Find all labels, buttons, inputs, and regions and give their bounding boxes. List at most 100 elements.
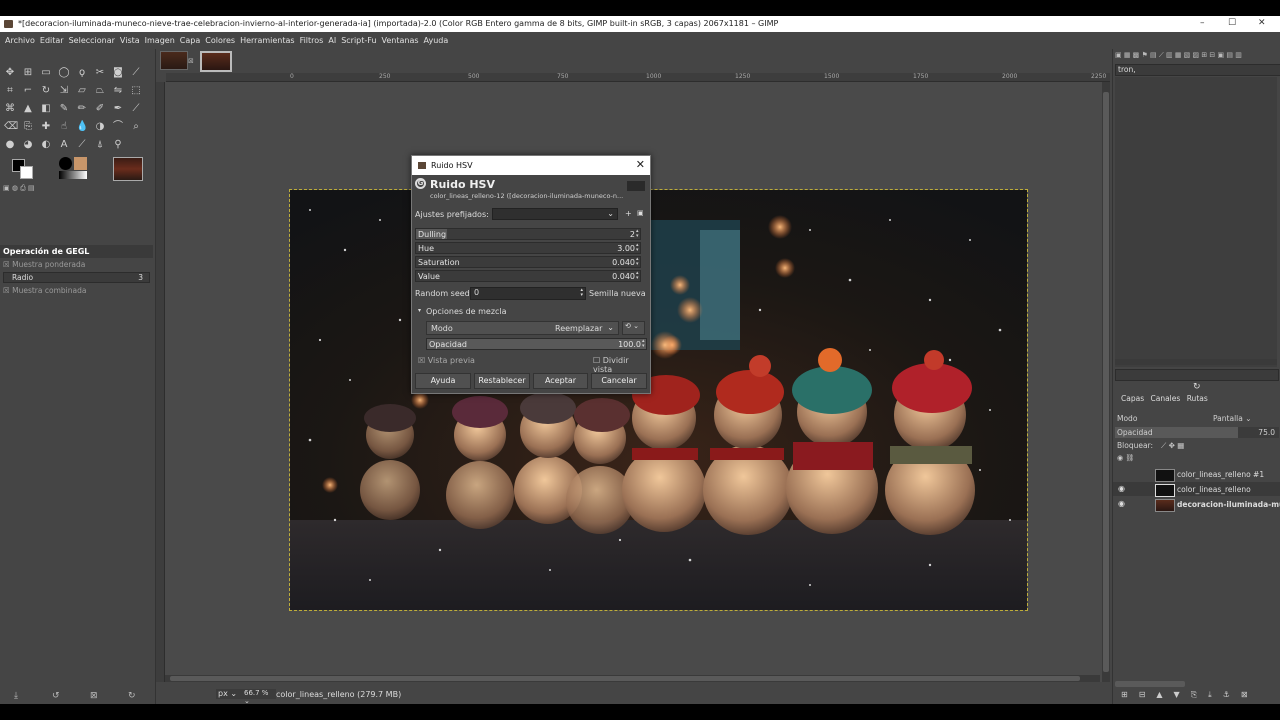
magnify-icon[interactable]: ⚲ [112, 139, 124, 151]
refresh-brushes-icon[interactable]: ↻ [1193, 382, 1201, 392]
flip-icon[interactable]: ⇋ [112, 85, 124, 97]
menu-herramientas[interactable]: Herramientas [240, 36, 295, 45]
pencil-icon[interactable]: ✏ [76, 103, 88, 115]
scale-icon[interactable]: ⇲ [58, 85, 70, 97]
blur-icon[interactable]: 💧 [76, 121, 88, 133]
wand-icon[interactable]: ⟋ [130, 67, 142, 79]
brush-filter-select[interactable] [1115, 369, 1279, 381]
tab-rutas[interactable]: Rutas [1187, 394, 1208, 403]
foreground-select-icon[interactable]: ◙ [112, 67, 124, 79]
layer-mode-select[interactable]: Pantalla ⌄ [1213, 414, 1252, 423]
clone-icon[interactable]: ⎘ [22, 121, 34, 133]
brush-name-input[interactable]: tron, [1115, 64, 1280, 76]
brush-preview-icon[interactable] [59, 157, 72, 170]
horizontal-scrollbar[interactable] [165, 675, 1100, 682]
crop-icon[interactable]: ⌐ [22, 85, 34, 97]
eraser-icon[interactable]: ⌫ [4, 121, 18, 133]
menu-script-fu[interactable]: Script-Fu [341, 36, 376, 45]
menu-capa[interactable]: Capa [180, 36, 200, 45]
scissors-icon[interactable]: ✂ [94, 67, 106, 79]
close-window-button[interactable]: ✕ [1258, 18, 1266, 28]
crop-tool-icon[interactable]: ⌗ [4, 85, 16, 97]
minimize-button[interactable]: – [1200, 18, 1205, 28]
composite-mode-select[interactable]: ⟲ ⌄ [622, 321, 645, 335]
measure-icon[interactable]: ⍋ [94, 139, 106, 151]
image-tab-thumb-2[interactable] [200, 51, 232, 72]
layer-row[interactable]: ◉ color_lineas_relleno [1113, 482, 1280, 497]
background-color-swatch[interactable] [20, 166, 33, 179]
maximize-button[interactable]: ☐ [1228, 18, 1236, 28]
blend-opacity-slider[interactable]: Opacidad 100.0 ▴ ▾ [426, 338, 647, 350]
mypaint-icon[interactable]: ⟋ [130, 103, 142, 115]
spin-icon[interactable]: ▴ ▾ [636, 271, 640, 281]
image-canvas[interactable] [289, 189, 1028, 611]
radius-field[interactable]: Radio 3 [3, 272, 150, 283]
image-tab-thumb-1[interactable] [160, 51, 188, 70]
blend-options-section[interactable]: ▾ Opciones de mezcla [415, 306, 647, 318]
tab-capas[interactable]: Capas [1121, 394, 1144, 403]
presets-select[interactable]: ⌄ [492, 208, 618, 220]
text-tool-icon[interactable]: A [58, 139, 70, 151]
new-seed-button[interactable]: Semilla nueva [589, 289, 646, 298]
brush-grid[interactable] [1115, 77, 1277, 367]
cage-icon[interactable]: ⬚ [130, 85, 142, 97]
vertical-scrollbar[interactable] [1102, 82, 1110, 682]
ink-icon[interactable]: ✒ [112, 103, 124, 115]
delete-preset-icon[interactable]: ⊠ [90, 691, 98, 701]
reset-button[interactable]: Restablecer [474, 373, 530, 389]
ellipse-select-icon[interactable]: ◯ [58, 67, 70, 79]
lasso-icon[interactable]: ϙ [76, 67, 88, 79]
dialog-close-icon[interactable]: ✕ [636, 158, 645, 171]
menu-ayuda[interactable]: Ayuda [424, 36, 449, 45]
random-seed-input[interactable]: 0 ▴ ▾ [470, 287, 586, 300]
menu-seleccionar[interactable]: Seleccionar [69, 36, 115, 45]
path-icon[interactable]: ⌒ [112, 121, 124, 133]
value-slider[interactable]: Value 0.040 ▴ ▾ [415, 270, 641, 282]
menu-imagen[interactable]: Imagen [145, 36, 175, 45]
split-view-checkbox[interactable]: ☐ Dividir vista [593, 356, 647, 374]
gradient-preview-icon[interactable] [59, 171, 87, 179]
param-saturation[interactable]: Saturation 0.040 ▴ ▾ [415, 256, 647, 268]
menu-vista[interactable]: Vista [120, 36, 140, 45]
layer-row[interactable]: color_lineas_relleno #1 [1113, 467, 1280, 482]
gradient-icon[interactable]: ◧ [40, 103, 52, 115]
reset-preset-icon[interactable]: ↻ [128, 691, 136, 701]
spin-icon[interactable]: ▴ ▾ [636, 243, 640, 253]
menu-filtros[interactable]: Filtros [300, 36, 324, 45]
param-hue[interactable]: Hue 3.00 ▴ ▾ [415, 242, 647, 254]
smudge2-icon[interactable]: ◕ [22, 139, 34, 151]
layer-opacity-slider[interactable]: Opacidad 75.0 [1115, 427, 1279, 438]
spin-icon[interactable]: ▴ ▾ [636, 257, 640, 267]
menu-archivo[interactable]: Archivo [5, 36, 35, 45]
tool-options-tabs[interactable]: ▣ ◍ ⎙ ▤ [3, 184, 153, 192]
preset-menu-icon[interactable]: ▣ [637, 209, 644, 217]
brush-dock-tabs[interactable]: ▣ ▦ ▩ ⚑ ▤ ⟋ ▥ ▦ ▧ ▨ ⊞ ⊟ ▣ ▤ ▥ [1115, 51, 1279, 61]
unit-select[interactable]: px ⌄ [216, 689, 242, 699]
warp-icon[interactable]: ⌘ [4, 103, 16, 115]
dodge2-icon[interactable]: ◐ [40, 139, 52, 151]
sample-weighted-checkbox[interactable]: ☒ Muestra ponderada [0, 258, 153, 271]
move-tool-icon[interactable]: ✥ [4, 67, 16, 79]
help-button[interactable]: Ayuda [415, 373, 471, 389]
layers-scrollbar[interactable] [1115, 681, 1185, 687]
save-tool-preset-icon[interactable]: ⤓ [14, 691, 18, 701]
blend-mode-select[interactable]: Modo Reemplazar ⌄ [426, 321, 619, 335]
add-preset-icon[interactable]: + [625, 209, 632, 218]
restore-preset-icon[interactable]: ↺ [52, 691, 60, 701]
vertical-scrollbar-thumb[interactable] [1103, 92, 1109, 672]
ok-button[interactable]: Aceptar [533, 373, 588, 389]
param-value[interactable]: Value 0.040 ▴ ▾ [415, 270, 647, 282]
paintbrush-icon[interactable]: ✎ [58, 103, 70, 115]
color-picker-icon[interactable]: ⟋ [76, 139, 88, 151]
tab-canales[interactable]: Canales [1151, 394, 1181, 403]
smudge-icon[interactable]: ☝ [58, 121, 70, 133]
rect-select-icon[interactable]: ▭ [40, 67, 52, 79]
spin-icon[interactable]: ▴ ▾ [580, 288, 583, 298]
brush-scrollbar[interactable] [1115, 359, 1277, 365]
rotate-icon[interactable]: ↻ [40, 85, 52, 97]
layer-action-icons[interactable]: ⊞⊟▲▼⎘⤓⚓⊠ [1121, 690, 1259, 700]
bucket-icon[interactable]: ▲ [22, 103, 34, 115]
pattern-preview-icon[interactable] [74, 157, 87, 170]
dodge-icon[interactable]: ◑ [94, 121, 106, 133]
preview-checkbox[interactable]: ☒ Vista previa [418, 356, 475, 365]
